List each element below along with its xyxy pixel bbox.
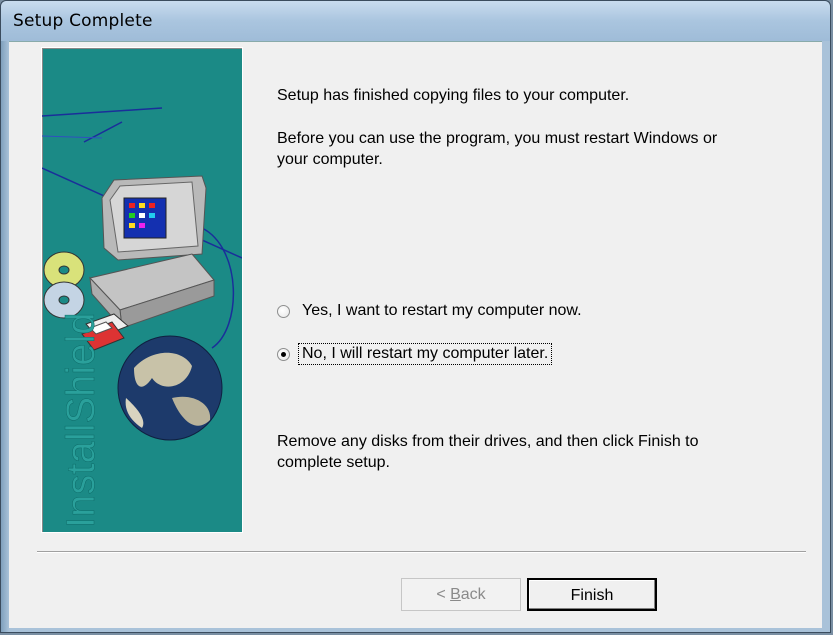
restart-later-option[interactable]: No, I will restart my computer later. — [277, 343, 553, 365]
restart-later-label[interactable]: No, I will restart my computer later. — [297, 343, 553, 365]
finished-message: Setup has finished copying files to your… — [277, 87, 630, 104]
restart-now-option[interactable]: Yes, I want to restart my computer now. — [277, 300, 584, 322]
earth-globe-icon — [117, 335, 223, 441]
back-button-prefix: < — [436, 586, 451, 603]
remove-disks-message-line2: complete setup. — [277, 454, 390, 471]
window-frame-left — [1, 41, 9, 632]
cd-discs-icon — [43, 251, 85, 319]
restart-now-label[interactable]: Yes, I want to restart my computer now. — [300, 302, 584, 320]
setup-complete-dialog: Setup Complete InstallShield Setup has f… — [0, 0, 831, 633]
back-button-label: ack — [460, 586, 486, 603]
remove-disks-message-line1: Remove any disks from their drives, and … — [277, 433, 699, 450]
button-separator — [37, 551, 806, 553]
window-title: Setup Complete — [13, 11, 153, 31]
installshield-logo-text: InstallShield — [59, 312, 103, 528]
restart-message-line1: Before you can use the program, you must… — [277, 130, 718, 147]
title-bar[interactable]: Setup Complete — [1, 1, 830, 41]
back-button-mnemonic: B — [450, 586, 461, 603]
restart-later-radio[interactable] — [277, 347, 290, 361]
restart-message-line2: your computer. — [277, 151, 383, 168]
restart-now-radio[interactable] — [277, 304, 290, 318]
back-button[interactable]: < Back — [401, 578, 521, 611]
banner-illustration: InstallShield — [42, 107, 242, 528]
finish-button[interactable]: Finish — [527, 578, 657, 611]
computer-icon — [89, 175, 215, 330]
installshield-banner-image: InstallShield — [41, 47, 243, 533]
